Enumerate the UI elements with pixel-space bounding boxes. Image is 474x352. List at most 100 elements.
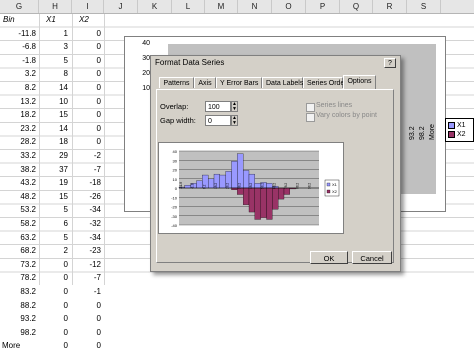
tab-y-error-bars[interactable]: Y Error Bars: [216, 77, 262, 88]
column-header-p[interactable]: P: [306, 0, 340, 13]
cell-bin[interactable]: 68.2: [3, 245, 36, 257]
column-header-k[interactable]: K: [138, 0, 172, 13]
header-cell-x1[interactable]: X1: [46, 14, 70, 26]
cell-x2[interactable]: -12: [73, 259, 101, 271]
cell-x2[interactable]: 0: [73, 327, 101, 339]
cell-x1[interactable]: 5: [40, 204, 68, 216]
cell-bin[interactable]: 8.2: [3, 82, 36, 94]
cell-bin[interactable]: 53.2: [3, 204, 36, 216]
column-header-g[interactable]: G: [0, 0, 39, 13]
column-header-q[interactable]: Q: [340, 0, 373, 13]
cell-bin[interactable]: 93.2: [3, 313, 36, 325]
header-cell-x2[interactable]: X2: [79, 14, 103, 26]
vary-colors-checkbox[interactable]: [306, 113, 315, 122]
tab-series-order[interactable]: Series Order: [303, 77, 347, 88]
column-header-o[interactable]: O: [272, 0, 306, 13]
cell-bin[interactable]: 78.2: [3, 272, 36, 284]
cell-x2[interactable]: -32: [73, 218, 101, 230]
cell-x1[interactable]: 5: [40, 55, 68, 67]
cell-bin[interactable]: -1.8: [3, 55, 36, 67]
chart-legend[interactable]: X1 X2: [445, 118, 474, 142]
tab-options[interactable]: Options: [343, 75, 376, 89]
cell-x2[interactable]: 0: [73, 300, 101, 312]
cell-x1[interactable]: 1: [40, 28, 68, 40]
overlap-spinner[interactable]: ▲ ▼: [231, 101, 238, 112]
tab-data-labels[interactable]: Data Labels: [262, 77, 303, 88]
help-button[interactable]: ?: [384, 58, 396, 68]
cell-bin[interactable]: 73.2: [3, 259, 36, 271]
cell-bin[interactable]: 98.2: [3, 327, 36, 339]
column-header-r[interactable]: R: [373, 0, 407, 13]
column-header-n[interactable]: N: [238, 0, 272, 13]
cell-x1[interactable]: 0: [40, 259, 68, 271]
cell-bin[interactable]: 38.2: [3, 164, 36, 176]
cell-bin[interactable]: More: [2, 340, 34, 352]
cell-bin[interactable]: 58.2: [3, 218, 36, 230]
cell-x1[interactable]: 14: [40, 82, 68, 94]
cell-x1[interactable]: 15: [40, 191, 68, 203]
cell-x1[interactable]: 0: [40, 340, 68, 352]
cell-bin[interactable]: -6.8: [3, 41, 36, 53]
cell-x1[interactable]: 15: [40, 109, 68, 121]
cell-x1[interactable]: 8: [40, 68, 68, 80]
cell-bin[interactable]: 33.2: [3, 150, 36, 162]
cell-x1[interactable]: 3: [40, 41, 68, 53]
overlap-input[interactable]: 100: [205, 101, 231, 112]
cell-x1[interactable]: 0: [40, 272, 68, 284]
cell-x2[interactable]: -34: [73, 204, 101, 216]
cell-x1[interactable]: 0: [40, 300, 68, 312]
column-header-m[interactable]: M: [205, 0, 238, 13]
cell-x2[interactable]: 0: [73, 123, 101, 135]
cell-x2[interactable]: 0: [73, 68, 101, 80]
tab-patterns[interactable]: Patterns: [159, 77, 194, 88]
column-header-j[interactable]: J: [104, 0, 138, 13]
cell-x2[interactable]: 0: [73, 55, 101, 67]
cell-x2[interactable]: 0: [73, 41, 101, 53]
cell-x1[interactable]: 10: [40, 96, 68, 108]
cell-x2[interactable]: -7: [73, 164, 101, 176]
cell-x2[interactable]: -18: [73, 177, 101, 189]
column-header-i[interactable]: I: [72, 0, 104, 13]
cell-x1[interactable]: 0: [40, 286, 68, 298]
cell-x2[interactable]: 0: [73, 109, 101, 121]
cell-bin[interactable]: 88.2: [3, 300, 36, 312]
cell-bin[interactable]: 48.2: [3, 191, 36, 203]
cell-x1[interactable]: 2: [40, 245, 68, 257]
cell-x1[interactable]: 19: [40, 177, 68, 189]
cell-x2[interactable]: -7: [73, 272, 101, 284]
gap-width-input[interactable]: 0: [205, 115, 231, 126]
cell-x1[interactable]: 6: [40, 218, 68, 230]
cell-x2[interactable]: 0: [73, 96, 101, 108]
column-header-h[interactable]: H: [39, 0, 72, 13]
cell-x2[interactable]: 0: [73, 313, 101, 325]
cell-x2[interactable]: 0: [73, 28, 101, 40]
cell-x2[interactable]: -2: [73, 150, 101, 162]
cell-x2[interactable]: -1: [73, 286, 101, 298]
cell-x2[interactable]: -26: [73, 191, 101, 203]
gap-width-spinner[interactable]: ▲ ▼: [231, 115, 238, 126]
cell-bin[interactable]: 18.2: [3, 109, 36, 121]
column-header-s[interactable]: S: [407, 0, 441, 13]
cell-bin[interactable]: 43.2: [3, 177, 36, 189]
cell-bin[interactable]: 28.2: [3, 136, 36, 148]
cell-x2[interactable]: 0: [73, 82, 101, 94]
cell-x1[interactable]: 18: [40, 136, 68, 148]
tab-axis[interactable]: Axis: [194, 77, 216, 88]
cell-x1[interactable]: 37: [40, 164, 68, 176]
cell-x1[interactable]: 0: [40, 313, 68, 325]
ok-button[interactable]: OK: [310, 251, 348, 264]
cell-bin[interactable]: 23.2: [3, 123, 36, 135]
cell-x2[interactable]: -34: [73, 232, 101, 244]
cell-x1[interactable]: 5: [40, 232, 68, 244]
cell-bin[interactable]: 13.2: [3, 96, 36, 108]
cell-bin[interactable]: -11.8: [3, 28, 36, 40]
column-header-l[interactable]: L: [172, 0, 205, 13]
cell-x1[interactable]: 29: [40, 150, 68, 162]
cell-bin[interactable]: 83.2: [3, 286, 36, 298]
cell-x2[interactable]: -23: [73, 245, 101, 257]
cancel-button[interactable]: Cancel: [352, 251, 392, 264]
cell-bin[interactable]: 3.2: [3, 68, 36, 80]
cell-x1[interactable]: 14: [40, 123, 68, 135]
cell-x1[interactable]: 0: [40, 327, 68, 339]
cell-bin[interactable]: 63.2: [3, 232, 36, 244]
